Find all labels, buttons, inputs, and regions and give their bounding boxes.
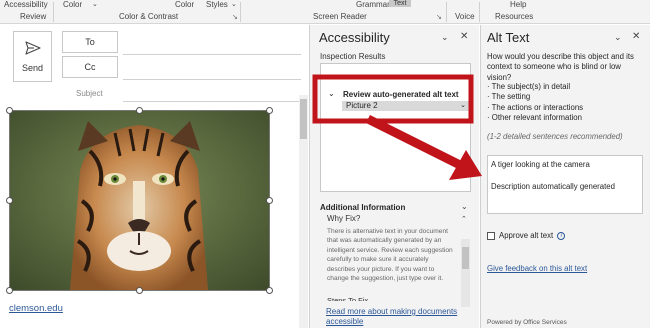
accessibility-pane-title: Accessibility	[319, 30, 390, 45]
send-label: Send	[21, 62, 44, 73]
pane-options-chevron-icon[interactable]: ⌄	[614, 32, 622, 43]
group-voice-label: Voice	[455, 12, 475, 21]
approve-label: Approve alt text	[499, 231, 554, 240]
send-button[interactable]: Send	[13, 31, 52, 82]
subject-label: Subject	[76, 89, 103, 98]
close-icon[interactable]: ✕	[460, 31, 468, 42]
scrollbar-thumb[interactable]	[300, 99, 307, 139]
powered-by-text: Powered by Office Services	[487, 319, 567, 326]
alt-text-line: A tiger looking at the camera	[491, 160, 590, 169]
resize-handle[interactable]	[6, 287, 13, 294]
scrollbar-thumb[interactable]	[462, 247, 469, 269]
resize-handle[interactable]	[136, 287, 143, 294]
group-screen-reader-label: Screen Reader	[313, 12, 367, 21]
cc-button[interactable]: Cc	[62, 56, 118, 78]
group-review-label: Review	[20, 12, 47, 21]
chevron-down-icon[interactable]: ⌄	[92, 0, 98, 8]
info-scrollbar[interactable]	[461, 239, 470, 307]
accessibility-pane: Accessibility ⌄ ✕ Inspection Results ⌄ R…	[309, 25, 479, 328]
info-icon[interactable]: i	[557, 231, 566, 240]
alt-text-pane-title: Alt Text	[487, 30, 530, 45]
pane-options-chevron-icon[interactable]: ⌄	[441, 32, 449, 43]
ribbon-color-button[interactable]: Color	[63, 0, 82, 9]
list-item: · The subject(s) in detail	[487, 82, 571, 91]
tiger-image[interactable]	[9, 110, 270, 291]
chevron-down-icon[interactable]: ⌄	[231, 0, 237, 8]
checkbox[interactable]	[487, 231, 495, 240]
review-alt-text-label: Review auto-generated alt text	[343, 90, 459, 99]
resize-handle[interactable]	[6, 107, 13, 114]
resize-handle[interactable]	[6, 197, 13, 204]
alt-text-line: Description automatically generated	[491, 182, 615, 191]
resize-handle[interactable]	[266, 107, 273, 114]
close-icon[interactable]: ✕	[632, 31, 640, 42]
send-icon	[24, 40, 41, 55]
to-field[interactable]	[123, 54, 301, 55]
picture-2-item[interactable]: Picture 2 ⌄	[342, 101, 470, 111]
resize-handle[interactable]	[266, 287, 273, 294]
why-fix-text: There is alternative text in your docume…	[327, 228, 453, 283]
ribbon-divider	[446, 2, 447, 22]
steps-to-fix-label: Steps To Fix	[327, 296, 369, 301]
chevron-down-icon[interactable]: ⌄	[461, 202, 468, 211]
compose-area: Send To Cc Subject clemson.edu	[0, 25, 305, 328]
ribbon-help-button[interactable]: Help	[510, 0, 526, 9]
additional-info-heading: Additional Information	[320, 203, 406, 212]
inspection-results-label: Inspection Results	[320, 52, 386, 61]
read-more-link[interactable]: Read more about making documents accessi…	[326, 307, 461, 327]
why-fix-label: Why Fix?	[327, 214, 361, 223]
ribbon: Accessibility Color ⌄ Color Styles ⌄ Gra…	[0, 0, 650, 24]
alt-text-pane: Alt Text ⌄ ✕ How would you describe this…	[480, 25, 650, 328]
approve-alt-text-checkbox[interactable]: Approve alt text i	[487, 231, 566, 240]
dialog-launcher-icon[interactable]: ↘	[436, 13, 442, 21]
ribbon-grammar-button[interactable]: Grammar	[356, 0, 390, 9]
alt-text-guidance-list: · The subject(s) in detail · The setting…	[487, 82, 583, 123]
ribbon-divider	[53, 2, 54, 22]
feedback-link[interactable]: Give feedback on this alt text	[487, 264, 587, 273]
ribbon-divider	[479, 2, 480, 22]
inspection-results-box	[320, 63, 471, 192]
chevron-down-icon[interactable]: ⌄	[328, 89, 335, 98]
ribbon-accessibility-button[interactable]: Accessibility	[4, 0, 48, 9]
ribbon-text-button[interactable]: Text	[389, 0, 411, 7]
alt-text-input[interactable]: A tiger looking at the camera Descriptio…	[487, 155, 643, 214]
to-button[interactable]: To	[62, 31, 118, 53]
ribbon-divider	[240, 2, 241, 22]
group-resources-label: Resources	[495, 12, 534, 21]
alt-text-question: How would you describe this object and i…	[487, 52, 634, 82]
list-item: · The setting	[487, 92, 531, 102]
ribbon-color-button-2[interactable]: Color	[175, 0, 194, 9]
cc-field[interactable]	[123, 79, 301, 80]
dropdown-arrow-icon[interactable]: ⌄	[460, 101, 466, 111]
compose-scrollbar[interactable]	[299, 95, 308, 328]
review-alt-text-item[interactable]: ⌄ Review auto-generated alt text Picture…	[326, 89, 471, 112]
clemson-link[interactable]: clemson.edu	[9, 303, 63, 314]
subject-field[interactable]	[123, 101, 301, 102]
chevron-up-icon[interactable]: ⌃	[461, 215, 467, 223]
recommendation-text: (1-2 detailed sentences recommended)	[487, 132, 623, 141]
dialog-launcher-icon[interactable]: ↘	[232, 13, 238, 21]
picture-item-label: Picture 2	[346, 101, 378, 110]
resize-handle[interactable]	[136, 107, 143, 114]
resize-handle[interactable]	[266, 197, 273, 204]
list-item: · The actions or interactions	[487, 102, 584, 112]
list-item: · Other relevant information	[487, 112, 582, 122]
group-color-contrast-label: Color & Contrast	[119, 12, 179, 21]
tiger-photo	[10, 111, 269, 290]
ribbon-styles-button[interactable]: Styles	[206, 0, 228, 9]
